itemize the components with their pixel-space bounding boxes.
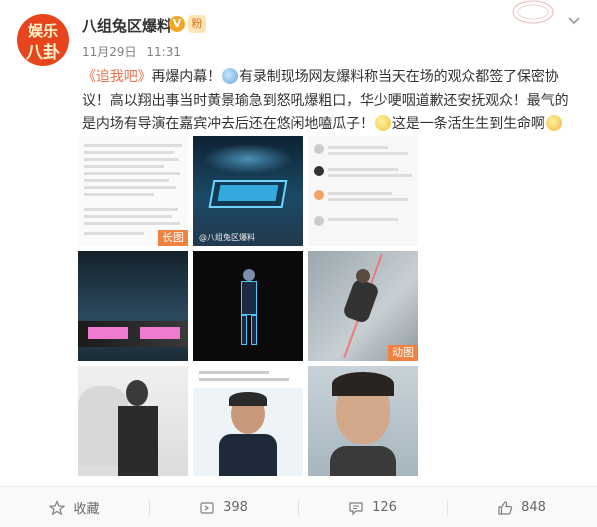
star-icon xyxy=(49,499,66,516)
post-date[interactable]: 11月29日 xyxy=(82,45,137,59)
comment-icon xyxy=(349,501,363,515)
stamp-icon xyxy=(512,0,554,24)
avatar[interactable]: 娱乐 八卦 xyxy=(17,14,69,66)
image-portrait-horse[interactable] xyxy=(78,366,188,476)
thinking-emoji-icon xyxy=(222,68,238,84)
post-time[interactable]: 11:31 xyxy=(146,45,181,59)
image-performer-stage[interactable] xyxy=(193,251,303,361)
favorite-label: 收藏 xyxy=(73,502,100,517)
repost-icon xyxy=(200,501,214,514)
author-name[interactable]: 八组兔区爆料 xyxy=(82,15,172,36)
long-image-label: 长图 xyxy=(158,230,188,246)
post-text-a: 再爆内幕！ xyxy=(151,69,222,85)
image-rope-climb[interactable]: 动图 xyxy=(308,251,418,361)
image-portrait-face[interactable] xyxy=(308,366,418,476)
crying-emoji-icon xyxy=(545,115,562,131)
comment-button[interactable]: 126 xyxy=(298,487,447,527)
chevron-down-icon[interactable] xyxy=(566,13,582,29)
action-bar: 收藏 398 126 848 xyxy=(0,486,597,527)
verified-badge-icon: V xyxy=(169,16,185,32)
image-screenshot-comments[interactable] xyxy=(308,136,418,246)
image-stage-logo[interactable]: @八组兔区爆料 xyxy=(193,136,303,246)
post-meta: 11月29日 11:31 xyxy=(82,43,187,60)
image-stage-show[interactable] xyxy=(78,251,188,361)
like-button[interactable]: 848 xyxy=(447,487,596,527)
repost-count: 398 xyxy=(223,500,248,515)
hashtag-link[interactable]: 《追我吧》 xyxy=(82,69,152,85)
weibo-post-card: 娱乐 八卦 八组兔区爆料 V 粉 11月29日 11:31 《追我吧》再爆内幕！… xyxy=(0,0,597,527)
image-grid: 长图 @八组兔区爆料 动图 xyxy=(78,136,418,476)
fan-badge-icon[interactable]: 粉 xyxy=(188,15,206,33)
post-text-c: 这是一条活生生到生命啊 xyxy=(391,116,545,132)
comment-count: 126 xyxy=(372,500,397,515)
gif-label: 动图 xyxy=(388,345,418,361)
image-screenshot-smile[interactable] xyxy=(193,366,303,476)
thumbs-up-icon xyxy=(498,500,513,515)
like-count: 848 xyxy=(521,500,546,515)
post-text: 《追我吧》再爆内幕！ 有录制现场网友爆料称当天在场的观众都签了保密协议！高以翔出事… xyxy=(82,66,582,137)
repost-button[interactable]: 398 xyxy=(149,487,298,527)
drooling-emoji-icon xyxy=(374,115,391,131)
favorite-button[interactable]: 收藏 xyxy=(0,487,149,527)
image-watermark: @八组兔区爆料 xyxy=(199,233,255,242)
avatar-text-bottom: 八卦 xyxy=(26,43,60,63)
image-long-screenshot[interactable]: 长图 xyxy=(78,136,188,246)
